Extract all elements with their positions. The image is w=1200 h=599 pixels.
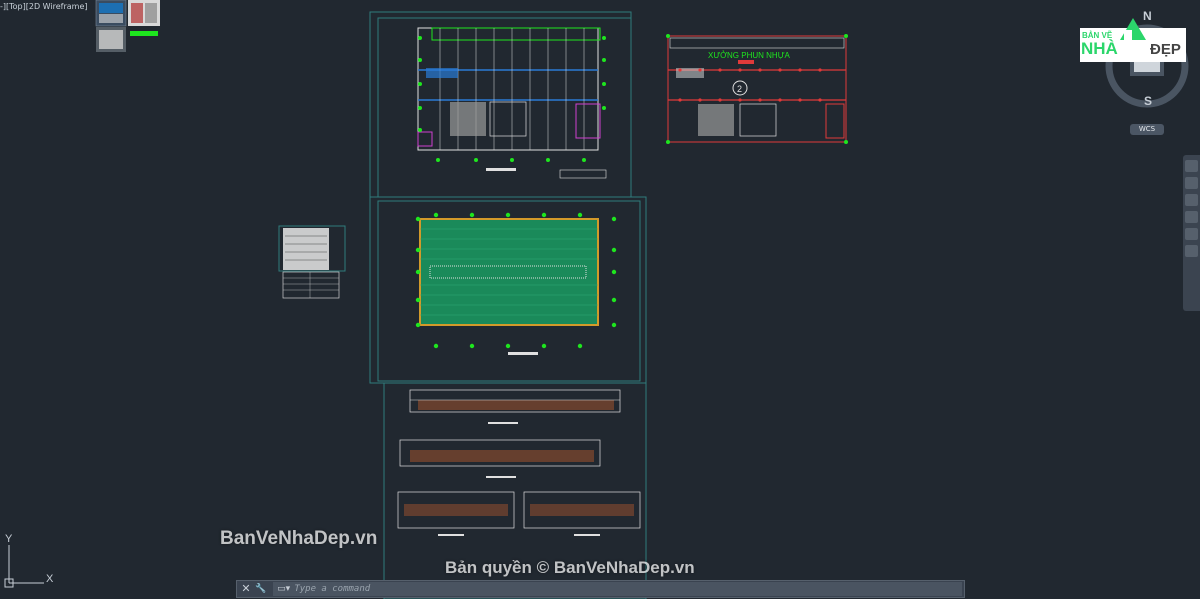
ucs-icon [4,545,44,588]
watermark-copyright: Bản quyền © BanVeNhaDep.vn [445,558,695,577]
nav-zoom-icon[interactable] [1185,177,1198,189]
elevation-2[interactable] [399,439,601,478]
navigation-bar[interactable] [1183,155,1200,311]
command-input[interactable] [294,584,962,594]
nav-orbit-icon[interactable] [1185,194,1198,206]
watermark-site: BanVeNhaDep.vn [220,528,378,549]
legend-sheet[interactable] [282,228,340,299]
plan-badge: 2 [737,84,742,94]
close-icon[interactable]: ✕ [240,582,252,596]
viewport-label[interactable]: -][Top][2D Wireframe] [0,2,88,11]
wcs-menu[interactable]: WCS [1130,124,1164,135]
compass-south[interactable]: S [1144,94,1152,108]
section-2[interactable] [523,491,641,536]
customize-icon[interactable]: 🔧 [255,582,267,596]
logo-line2: NHÀ [1081,39,1118,58]
floor-plan-1[interactable] [417,27,607,179]
plan-title: XƯỞNG PHUN NHỰA [708,51,791,60]
section-1[interactable] [397,491,515,536]
nav-extents-icon[interactable] [1185,245,1198,257]
ucs-y-label: Y [5,533,13,545]
recent-commands-icon[interactable]: ▭▾ [273,583,294,595]
floor-plan-2[interactable]: XƯỞNG PHUN NHỰA 2 [666,34,848,144]
drawing-canvas[interactable]: XƯỞNG PHUN NHỰA 2 Y X [0,0,1200,599]
nav-showmotion-icon[interactable] [1185,211,1198,223]
elevation-1[interactable] [409,389,621,424]
logo-line3: ĐẸP [1150,41,1181,58]
layout-thumbnails[interactable] [95,0,160,52]
nav-steering-icon[interactable] [1185,228,1198,240]
compass-north[interactable]: N [1143,9,1152,23]
command-line[interactable]: ✕ 🔧 ▭▾ [236,580,965,598]
roof-plan[interactable] [415,212,617,355]
command-input-wrap[interactable]: ▭▾ [273,582,962,596]
ucs-x-label: X [46,573,54,585]
nav-pan-icon[interactable] [1185,160,1198,172]
